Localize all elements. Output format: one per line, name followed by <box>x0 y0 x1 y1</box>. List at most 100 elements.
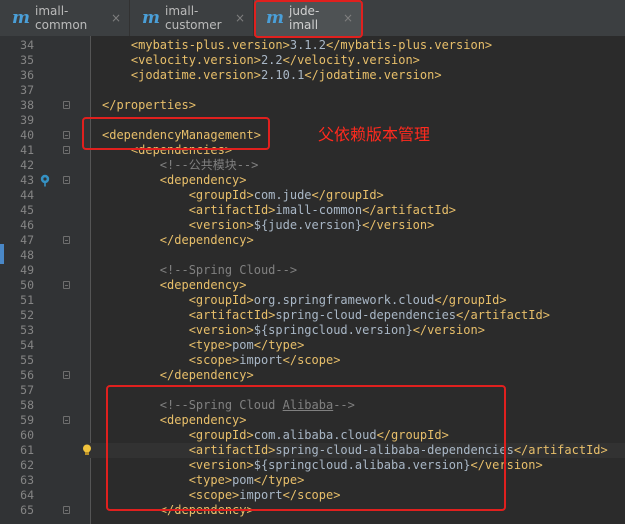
code-text: <groupId>org.springframework.cloud</grou… <box>102 293 507 308</box>
code-text: <type>pom</type> <box>102 338 305 353</box>
xml-tag: </jodatime.version> <box>304 68 442 82</box>
maven-m-icon: m <box>142 7 160 28</box>
xml-tag: </type> <box>253 338 305 352</box>
code-text: <version>${jude.version}</version> <box>102 218 435 233</box>
code-line-36[interactable]: 36 <jodatime.version>2.10.1</jodatime.ve… <box>0 68 625 83</box>
xml-value: org.springframework.cloud <box>253 293 435 307</box>
xml-tag: <version> <box>188 323 254 337</box>
line-number: 65 <box>20 503 34 517</box>
maven-m-icon: m <box>12 7 30 28</box>
annotation-label: 父依赖版本管理 <box>318 125 431 144</box>
xml-tag: </groupId> <box>434 293 507 307</box>
code-line-54[interactable]: 54 <type>pom</type> <box>0 338 625 353</box>
code-text: <artifactId>spring-cloud-dependencies</a… <box>102 308 550 323</box>
annotation-box-active-tab <box>254 0 363 38</box>
line-number: 62 <box>20 458 34 472</box>
line-number: 47 <box>20 233 34 247</box>
xml-tag: <dependency> <box>159 278 247 292</box>
xml-tag: </scope> <box>282 353 341 367</box>
line-number: 58 <box>20 398 34 412</box>
xml-tag: </properties> <box>102 98 196 112</box>
code-text: </dependency> <box>102 368 254 383</box>
code-line-37[interactable]: 37 <box>0 83 625 98</box>
xml-tag: <version> <box>188 218 254 232</box>
xml-tag: </artifactId> <box>456 308 550 322</box>
fold-toggle-icon[interactable] <box>63 131 70 139</box>
code-line-43[interactable]: 43 <dependency> <box>0 173 625 188</box>
fold-toggle-icon[interactable] <box>63 176 70 184</box>
xml-tag: <type> <box>188 338 233 352</box>
line-number: 39 <box>20 113 34 127</box>
fold-toggle-icon[interactable] <box>63 281 70 289</box>
close-tab-icon[interactable]: × <box>235 11 245 25</box>
line-number: 56 <box>20 368 34 382</box>
xml-value: import <box>239 353 283 367</box>
override-marker-icon[interactable] <box>39 174 51 187</box>
code-line-34[interactable]: 34 <mybatis-plus.version>3.1.2</mybatis-… <box>0 38 625 53</box>
fold-toggle-icon[interactable] <box>63 416 70 424</box>
tab-label: imall-common <box>35 4 88 32</box>
code-text: <dependency> <box>102 173 247 188</box>
line-number: 49 <box>20 263 34 277</box>
line-number: 44 <box>20 188 34 202</box>
fold-toggle-icon[interactable] <box>63 371 70 379</box>
xml-tag: </velocity.version> <box>282 53 420 67</box>
xml-tag: </dependency> <box>159 368 254 382</box>
code-line-35[interactable]: 35 <velocity.version>2.2</velocity.versi… <box>0 53 625 68</box>
code-line-45[interactable]: 45 <artifactId>imall-common</artifactId> <box>0 203 625 218</box>
code-line-50[interactable]: 50 <dependency> <box>0 278 625 293</box>
xml-value: com.jude <box>253 188 312 202</box>
xml-value: spring-cloud-dependencies <box>275 308 457 322</box>
line-number: 53 <box>20 323 34 337</box>
annotation-box-dependency-management <box>82 117 270 150</box>
line-number: 42 <box>20 158 34 172</box>
line-number: 55 <box>20 353 34 367</box>
code-line-56[interactable]: 56 </dependency> <box>0 368 625 383</box>
xml-tag: <artifactId> <box>188 308 276 322</box>
xml-value: imall-common <box>275 203 363 217</box>
xml-comment: <!--公共模块--> <box>159 158 259 172</box>
fold-toggle-icon[interactable] <box>63 506 70 514</box>
code-line-53[interactable]: 53 <version>${springcloud.version}</vers… <box>0 323 625 338</box>
xml-tag: </version> <box>362 218 435 232</box>
line-number: 34 <box>20 38 34 52</box>
xml-tag: <artifactId> <box>188 203 276 217</box>
code-line-52[interactable]: 52 <artifactId>spring-cloud-dependencies… <box>0 308 625 323</box>
xml-value: 2.10.1 <box>260 68 305 82</box>
tab-imall-common[interactable]: m imall-common × <box>0 0 130 36</box>
xml-tag: </artifactId> <box>513 443 608 457</box>
code-text: <scope>import</scope> <box>102 353 341 368</box>
code-line-47[interactable]: 47 </dependency> <box>0 233 625 248</box>
code-line-42[interactable]: 42 <!--公共模块--> <box>0 158 625 173</box>
xml-value: 3.1.2 <box>289 38 326 52</box>
fold-toggle-icon[interactable] <box>63 146 70 154</box>
code-line-46[interactable]: 46 <version>${jude.version}</version> <box>0 218 625 233</box>
code-text: <velocity.version>2.2</velocity.version> <box>102 53 420 68</box>
xml-value: ${jude.version} <box>253 218 363 232</box>
xml-tag: </groupId> <box>311 188 384 202</box>
code-text: </properties> <box>102 98 196 113</box>
code-line-44[interactable]: 44 <groupId>com.jude</groupId> <box>0 188 625 203</box>
fold-toggle-icon[interactable] <box>63 101 70 109</box>
code-line-55[interactable]: 55 <scope>import</scope> <box>0 353 625 368</box>
xml-tag: </dependency> <box>159 233 254 247</box>
code-line-48[interactable]: 48 <box>0 248 625 263</box>
lightbulb-icon[interactable] <box>82 444 92 456</box>
line-number: 35 <box>20 53 34 67</box>
line-number: 59 <box>20 413 34 427</box>
xml-tag: </artifactId> <box>362 203 457 217</box>
tab-imall-customer[interactable]: m imall-customer × <box>130 0 254 36</box>
xml-tag: <scope> <box>188 353 240 367</box>
code-line-38[interactable]: 38 </properties> <box>0 98 625 113</box>
close-tab-icon[interactable]: × <box>111 11 121 25</box>
code-line-49[interactable]: 49 <!--Spring Cloud--> <box>0 263 625 278</box>
code-text: <version>${springcloud.version}</version… <box>102 323 485 338</box>
line-number: 41 <box>20 143 34 157</box>
xml-comment: <!--Spring Cloud--> <box>159 263 298 277</box>
xml-tag: </mybatis-plus.version> <box>325 38 493 52</box>
annotation-box-alibaba-dependency <box>106 385 506 511</box>
xml-tag: <groupId> <box>188 188 254 202</box>
fold-toggle-icon[interactable] <box>63 236 70 244</box>
code-line-51[interactable]: 51 <groupId>org.springframework.cloud</g… <box>0 293 625 308</box>
code-text: <!--公共模块--> <box>102 158 259 173</box>
